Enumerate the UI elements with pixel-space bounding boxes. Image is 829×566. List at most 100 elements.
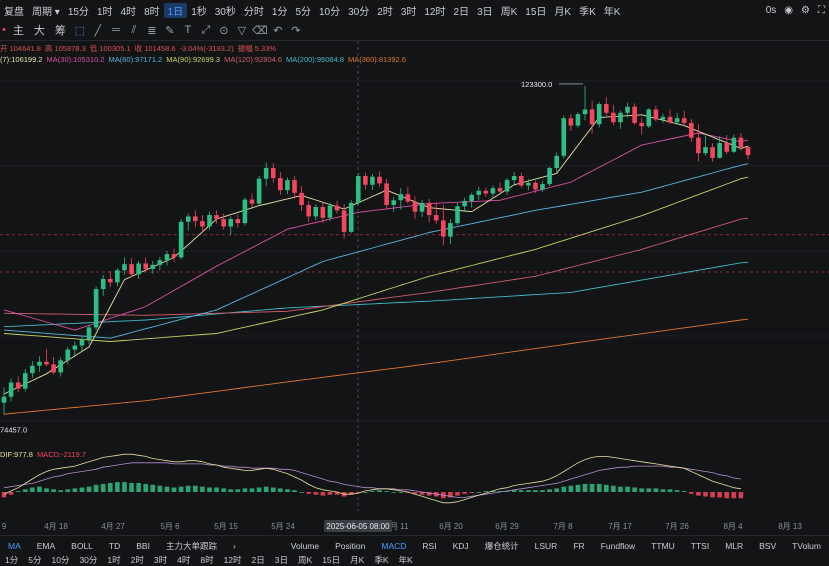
interval-12[interactable]: 2时 — [373, 3, 397, 18]
indicator-tab-4[interactable]: BBI — [128, 541, 158, 551]
candle-body — [249, 199, 255, 204]
undo-tool-icon[interactable]: ↶ — [269, 24, 287, 37]
macd-bar — [129, 483, 134, 492]
footer-interval-14[interactable]: 月K — [345, 554, 369, 566]
interval-16[interactable]: 3日 — [473, 3, 497, 18]
footer-interval-15[interactable]: 季K — [369, 554, 393, 566]
macd-bar — [306, 492, 311, 494]
gear-icon[interactable]: ⚙ — [801, 5, 810, 16]
pointer-tool-icon[interactable]: ⬚ — [71, 24, 89, 37]
fib-tool-icon[interactable]: ≣ — [143, 24, 161, 37]
interval-7[interactable]: 分时 — [240, 3, 268, 18]
indicator-tab-5[interactable]: 主力大单跟踪 — [158, 540, 225, 552]
footer-interval-16[interactable]: 年K — [394, 554, 418, 566]
interval-3[interactable]: 8时 — [140, 3, 164, 18]
magnet-tool-icon[interactable]: ⊙ — [215, 24, 233, 37]
chips-button[interactable]: 筹 — [50, 22, 71, 38]
line-tool-icon[interactable]: ╱ — [89, 24, 107, 37]
filter-tool-icon[interactable]: ▽ — [233, 24, 251, 37]
redo-tool-icon[interactable]: ↷ — [287, 24, 305, 37]
candle-body — [696, 137, 701, 154]
interval-19[interactable]: 月K — [550, 3, 575, 18]
footer-interval-13[interactable]: 15日 — [317, 554, 345, 566]
indicator-tab-8[interactable]: MACD — [373, 541, 414, 551]
interval-15[interactable]: 2日 — [450, 3, 474, 18]
macd-bar — [547, 489, 552, 492]
indicator-tab-2[interactable]: BOLL — [63, 541, 101, 551]
interval-2[interactable]: 4时 — [117, 3, 141, 18]
interval-0[interactable]: 15分 — [64, 3, 93, 18]
footer-interval-8[interactable]: 8时 — [195, 554, 218, 566]
delete-tool-icon[interactable]: ⌫ — [251, 24, 269, 37]
footer-interval-7[interactable]: 4时 — [172, 554, 195, 566]
x-tick-label: 5月 6 — [160, 522, 180, 531]
indicator-tab-18[interactable]: BSV — [751, 541, 784, 551]
hline-tool-icon[interactable]: ═ — [107, 24, 125, 37]
text-tool-icon[interactable]: T — [179, 24, 197, 37]
indicator-tab-11[interactable]: 爆仓统计 — [477, 540, 527, 552]
macd-bar — [717, 492, 722, 498]
footer-interval-0[interactable]: 1分 — [0, 554, 23, 566]
interval-18[interactable]: 15日 — [521, 3, 550, 18]
macd-bar — [476, 492, 482, 493]
interval-4[interactable]: 1日 — [163, 2, 188, 18]
measure-tool-icon[interactable]: ⤢ — [197, 24, 215, 37]
interval-6[interactable]: 30秒 — [211, 3, 240, 18]
macd-bar — [483, 491, 489, 492]
footer-interval-1[interactable]: 5分 — [23, 554, 46, 566]
candle-body — [285, 180, 290, 191]
indicator-tab-6[interactable]: Volume — [283, 541, 327, 551]
footer-interval-6[interactable]: 3时 — [149, 554, 172, 566]
candle-body — [681, 118, 687, 123]
footer-interval-11[interactable]: 3日 — [270, 554, 293, 566]
interval-20[interactable]: 季K — [575, 3, 600, 18]
price-chart[interactable]: 123300.0 74457.0 9 4月 18 4月 27 5月 6 5月 15 5月 24… — [0, 41, 829, 535]
interval-8[interactable]: 1分 — [268, 3, 292, 18]
footer-interval-12[interactable]: 周K — [293, 554, 317, 566]
replay-button[interactable]: 复盘 — [0, 3, 28, 18]
indicator-tab-7[interactable]: Position — [327, 541, 373, 551]
drawing-toolbar: • 主 大 筹 ⬚ ╱ ═ ⫽ ≣ ✎ T ⤢ ⊙ ▽ ⌫ ↶ ↷ — [0, 20, 829, 40]
indicator-tab-9[interactable]: RSI — [414, 541, 444, 551]
interval-21[interactable]: 年K — [600, 3, 625, 18]
indicator-tab-14[interactable]: Fundflow — [593, 541, 644, 551]
period-dropdown[interactable]: 周期 ▾ — [28, 3, 64, 18]
macd-bar — [533, 490, 538, 492]
indicator-tab-1[interactable]: EMA — [29, 541, 63, 551]
indicator-tab-19[interactable]: TVolum — [784, 541, 829, 551]
indicator-tab-10[interactable]: KDJ — [445, 541, 477, 551]
indicator-tab-3[interactable]: TD — [101, 541, 128, 551]
main-chart-button[interactable]: 主 — [8, 22, 29, 38]
interval-17[interactable]: 周K — [497, 3, 522, 18]
footer-interval-5[interactable]: 2时 — [126, 554, 149, 566]
indicator-tab-0[interactable]: MA — [0, 541, 29, 551]
candle-body — [370, 176, 375, 185]
candle-body — [150, 264, 156, 269]
indicator-tab-12[interactable]: LSUR — [527, 541, 566, 551]
footer-interval-10[interactable]: 2日 — [247, 554, 270, 566]
big-order-button[interactable]: 大 — [29, 22, 50, 38]
interval-9[interactable]: 5分 — [291, 3, 315, 18]
chevron-right-icon[interactable]: › — [225, 541, 244, 551]
interval-14[interactable]: 12时 — [420, 3, 449, 18]
footer-interval-3[interactable]: 30分 — [74, 554, 102, 566]
indicator-tab-15[interactable]: TTMU — [643, 541, 683, 551]
interval-1[interactable]: 1时 — [93, 3, 117, 18]
indicator-tab-17[interactable]: MLR — [717, 541, 751, 551]
fullscreen-icon[interactable]: ⛶ — [818, 5, 825, 16]
footer-interval-9[interactable]: 12时 — [219, 554, 247, 566]
brush-tool-icon[interactable]: ✎ — [161, 24, 179, 37]
channel-tool-icon[interactable]: ⫽ — [125, 24, 143, 37]
footer-interval-4[interactable]: 1时 — [102, 554, 125, 566]
interval-10[interactable]: 10分 — [315, 3, 344, 18]
macd-bar — [738, 492, 744, 499]
candle-body — [348, 202, 354, 232]
interval-13[interactable]: 3时 — [397, 3, 421, 18]
indicator-tab-13[interactable]: FR — [565, 541, 592, 551]
footer-interval-2[interactable]: 10分 — [46, 554, 74, 566]
interval-5[interactable]: 1秒 — [187, 3, 211, 18]
interval-11[interactable]: 30分 — [344, 3, 373, 18]
candle-body — [107, 278, 113, 283]
camera-icon[interactable]: ◉ — [784, 5, 793, 16]
indicator-tab-16[interactable]: TTSI — [683, 541, 717, 551]
